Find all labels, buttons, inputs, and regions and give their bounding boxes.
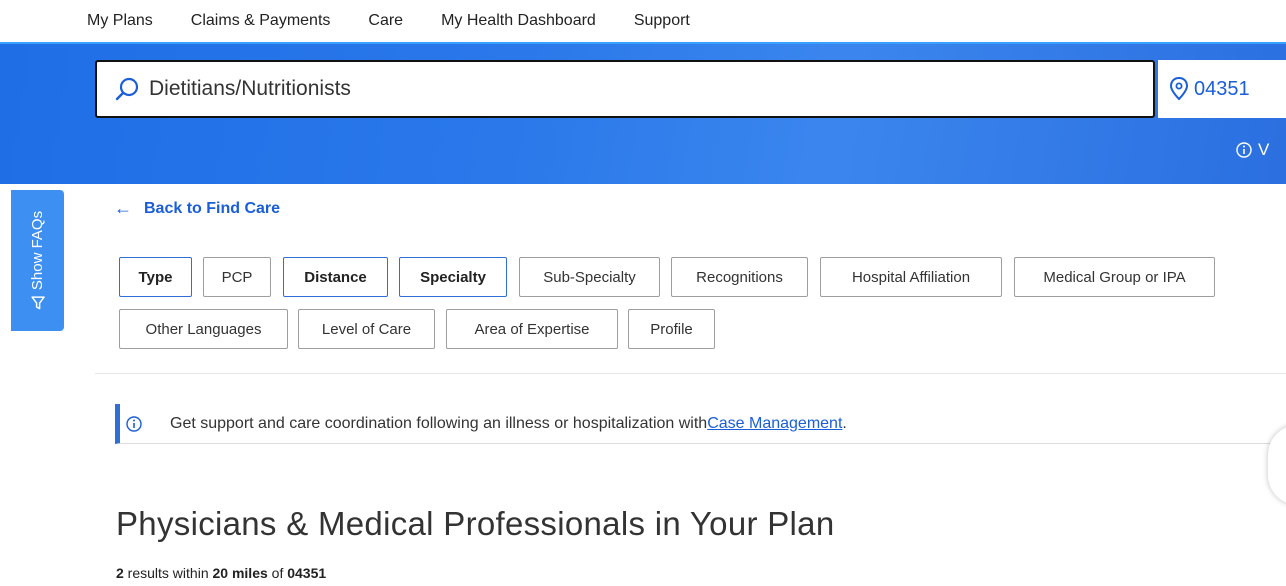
filter-chip-specialty[interactable]: Specialty — [399, 257, 507, 297]
location-zip-value: 04351 — [1194, 77, 1250, 100]
filter-chip-hospital-affiliation[interactable]: Hospital Affiliation — [820, 257, 1002, 297]
nav-my-plans[interactable]: My Plans — [87, 12, 153, 30]
info-icon — [1236, 142, 1252, 158]
results-text: results within — [123, 565, 213, 581]
results-summary: 2 results within 20 miles of 04351 — [116, 565, 326, 581]
nav-claims-payments[interactable]: Claims & Payments — [191, 12, 331, 30]
filter-chip-level-of-care[interactable]: Level of Care — [298, 309, 435, 349]
results-of: of — [267, 565, 288, 581]
results-count: 2 — [116, 565, 124, 581]
filter-chip-area-of-expertise[interactable]: Area of Expertise — [446, 309, 618, 349]
nav-support[interactable]: Support — [634, 12, 690, 30]
search-box[interactable] — [95, 60, 1155, 118]
case-management-link[interactable]: Case Management — [707, 415, 842, 433]
back-link-label: Back to Find Care — [144, 199, 281, 217]
location-input[interactable]: 04351 — [1158, 60, 1286, 118]
nav-care[interactable]: Care — [368, 12, 403, 30]
banner-info-link[interactable]: V — [1236, 140, 1269, 160]
location-pin-icon — [1169, 76, 1189, 101]
filter-chip-recognitions[interactable]: Recognitions — [671, 257, 808, 297]
arrow-left-icon: ← — [114, 198, 132, 218]
filter-chip-type[interactable]: Type — [119, 257, 192, 297]
filter-chip-sub-specialty[interactable]: Sub-Specialty — [519, 257, 660, 297]
results-zip: 04351 — [287, 565, 327, 581]
section-divider — [95, 373, 1286, 374]
back-to-find-care-link[interactable]: ← Back to Find Care — [114, 198, 280, 219]
search-icon — [107, 76, 147, 102]
nav-my-health-dashboard[interactable]: My Health Dashboard — [441, 12, 596, 30]
filter-icon — [30, 296, 45, 310]
filter-chip-medical-group[interactable]: Medical Group or IPA — [1014, 257, 1215, 297]
results-distance: 20 miles — [212, 565, 268, 581]
notice-suffix: . — [842, 414, 847, 432]
filter-chip-other-languages[interactable]: Other Languages — [119, 309, 288, 349]
page-title: Physicians & Medical Professionals in Yo… — [116, 505, 835, 542]
filter-chip-distance[interactable]: Distance — [283, 257, 388, 297]
show-faqs-label: Show FAQs — [29, 210, 47, 291]
search-input[interactable] — [147, 77, 1049, 101]
info-icon — [126, 415, 142, 432]
top-nav: My Plans Claims & Payments Care My Healt… — [87, 0, 690, 42]
show-faqs-tab[interactable]: Show FAQs — [11, 190, 64, 331]
case-management-notice: Get support and care coordination follow… — [115, 404, 1286, 444]
banner-link-text: V — [1258, 140, 1270, 159]
filter-chip-profile[interactable]: Profile — [628, 309, 715, 349]
notice-text: Get support and care coordination follow… — [170, 414, 708, 432]
filter-chip-pcp[interactable]: PCP — [203, 257, 271, 297]
